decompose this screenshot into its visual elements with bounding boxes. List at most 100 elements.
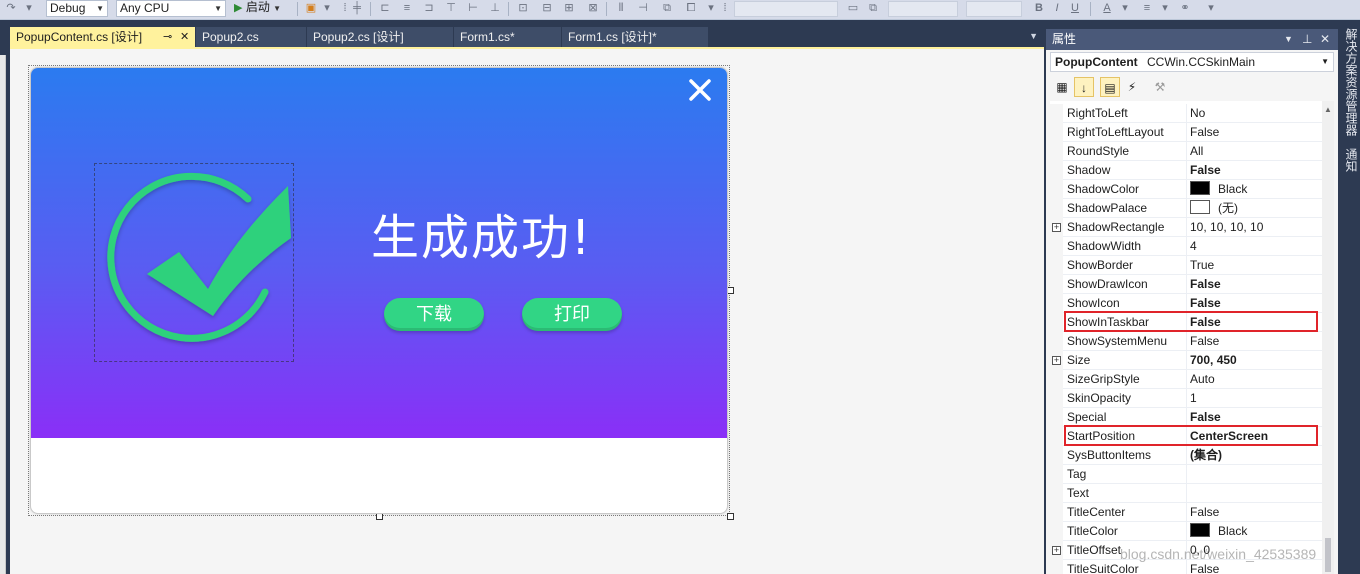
resize-handle-bottom[interactable] — [376, 513, 383, 520]
close-icon[interactable]: ✕ — [180, 27, 189, 47]
property-row[interactable]: ShowSystemMenu False — [1050, 332, 1322, 351]
redo-icon[interactable]: ↷ — [4, 2, 18, 15]
properties-icon[interactable]: ▤ — [1100, 77, 1120, 97]
tab-solution-explorer[interactable]: 解决方案资源管理器 — [1341, 28, 1358, 136]
property-row[interactable]: ShowDrawIcon False — [1050, 275, 1322, 294]
property-row[interactable]: RightToLeft No — [1050, 104, 1322, 123]
align-middles-icon[interactable]: ⊢ — [466, 2, 480, 15]
size-to-grid-icon[interactable]: ⊞ — [562, 2, 576, 15]
make-same-height-icon[interactable]: ⊟ — [540, 2, 554, 15]
increase-spacing-icon[interactable]: ⊣ — [636, 2, 650, 15]
property-value[interactable]: False — [1190, 332, 1320, 350]
property-row[interactable]: SizeGripStyle Auto — [1050, 370, 1322, 389]
property-value[interactable]: (集合) — [1190, 446, 1320, 464]
zoom-combo[interactable] — [966, 1, 1022, 17]
expand-icon[interactable]: + — [1052, 223, 1061, 232]
format-icon[interactable]: ▭ — [846, 2, 860, 15]
font-size-combo[interactable] — [888, 1, 958, 17]
alphabetical-icon[interactable]: ↓ — [1074, 77, 1094, 97]
property-row[interactable]: TitleSuitColor False — [1050, 560, 1322, 574]
justify-icon[interactable]: ≡ — [1140, 2, 1154, 15]
property-value[interactable]: False — [1190, 161, 1320, 179]
scroll-thumb[interactable] — [1325, 538, 1331, 572]
property-value[interactable]: All — [1190, 142, 1320, 160]
property-value[interactable]: 1 — [1190, 389, 1320, 407]
property-value[interactable]: 4 — [1190, 237, 1320, 255]
property-value[interactable]: False — [1190, 408, 1320, 426]
property-row[interactable]: SkinOpacity 1 — [1050, 389, 1322, 408]
expand-icon[interactable]: + — [1052, 356, 1061, 365]
start-button[interactable]: ▶ 启动 ▼ — [234, 0, 294, 17]
highlight-icon[interactable]: ▾ — [1118, 2, 1132, 15]
toolbox-strip[interactable] — [0, 55, 6, 574]
make-same-size-icon[interactable]: ⊠ — [586, 2, 600, 15]
resize-handle-right[interactable] — [727, 287, 734, 294]
dropdown-arrow-icon[interactable]: ▾ — [704, 2, 718, 15]
property-value[interactable]: 10, 10, 10, 10 — [1190, 218, 1320, 236]
property-row[interactable]: TitleColor Black — [1050, 522, 1322, 541]
events-icon[interactable]: ⚡ — [1122, 77, 1142, 97]
tab-popupcontent-design[interactable]: PopupContent.cs [设计] ⊸ ✕ — [10, 27, 195, 47]
tab-notifications[interactable]: 通知 — [1341, 148, 1358, 172]
make-same-width-icon[interactable]: ⊡ — [516, 2, 530, 15]
property-row[interactable]: Shadow False — [1050, 161, 1322, 180]
property-value[interactable]: False — [1190, 275, 1320, 293]
snap-lines-icon[interactable]: ╪ — [350, 2, 364, 15]
solution-config-select[interactable]: Debug ▼ — [46, 0, 108, 17]
chevron-down-icon[interactable]: ▼ — [1284, 29, 1293, 50]
align-rights-icon[interactable]: ⊐ — [422, 2, 436, 15]
tab-popup2-cs[interactable]: Popup2.cs — [196, 27, 306, 47]
print-button[interactable]: 打印 — [522, 298, 622, 331]
dropdown-arrow-icon[interactable]: ▾ — [1158, 2, 1172, 15]
property-row[interactable]: Text — [1050, 484, 1322, 503]
font-name-combo[interactable] — [734, 1, 838, 17]
property-value[interactable]: Black — [1190, 180, 1320, 198]
chevron-down-icon[interactable]: ▼ — [1029, 31, 1038, 41]
underline-icon[interactable]: U — [1068, 2, 1082, 15]
tab-popup2-design[interactable]: Popup2.cs [设计] — [307, 27, 453, 47]
property-row[interactable]: ShadowWidth 4 — [1050, 237, 1322, 256]
bring-to-front-icon[interactable]: ⧉ — [660, 2, 674, 15]
link-icon[interactable]: ⚭ — [1178, 2, 1192, 15]
property-value[interactable]: False — [1190, 560, 1320, 574]
property-row[interactable]: + ShadowRectangle 10, 10, 10, 10 — [1050, 218, 1322, 237]
dropdown-arrow-icon[interactable]: ▾ — [22, 2, 36, 15]
scroll-up-icon[interactable]: ▲ — [1324, 105, 1332, 114]
property-row[interactable]: + Size 700, 450 — [1050, 351, 1322, 370]
download-button[interactable]: 下载 — [384, 298, 484, 331]
horizontal-spacing-icon[interactable]: ⫴ — [614, 2, 628, 15]
property-value[interactable]: True — [1190, 256, 1320, 274]
dropdown-arrow-icon[interactable]: ▾ — [320, 2, 334, 15]
designer-surface[interactable]: 生成成功! 下载 打印 — [10, 49, 1044, 574]
tab-form1-design[interactable]: Form1.cs [设计]* — [562, 27, 708, 47]
close-icon[interactable]: ✕ — [1320, 29, 1330, 50]
object-selector[interactable]: PopupContent CCWin.CCSkinMain ▼ — [1050, 52, 1334, 72]
align-tops-icon[interactable]: ⊤ — [444, 2, 458, 15]
property-value[interactable]: False — [1190, 503, 1320, 521]
property-row[interactable]: Tag — [1050, 465, 1322, 484]
categorized-icon[interactable]: ▦ — [1052, 77, 1072, 97]
property-value[interactable]: No — [1190, 104, 1320, 122]
property-row[interactable]: TitleCenter False — [1050, 503, 1322, 522]
close-icon[interactable] — [687, 77, 713, 103]
property-grid-scrollbar[interactable]: ▲ — [1322, 101, 1334, 574]
property-value[interactable]: False — [1190, 123, 1320, 141]
bold-icon[interactable]: B — [1032, 2, 1046, 15]
property-row[interactable]: ShadowPalace (无) — [1050, 199, 1322, 218]
property-row[interactable]: RoundStyle All — [1050, 142, 1322, 161]
tab-order-icon[interactable]: ⧉ — [866, 2, 880, 15]
property-row[interactable]: ShowBorder True — [1050, 256, 1322, 275]
font-color-icon[interactable]: A — [1100, 2, 1114, 15]
expand-icon[interactable]: + — [1052, 546, 1061, 555]
pin-icon[interactable]: ⊸ — [163, 27, 172, 47]
send-to-back-icon[interactable]: ⧠ — [684, 2, 698, 15]
browser-link-icon[interactable]: ▣ — [304, 2, 318, 15]
property-value[interactable]: Auto — [1190, 370, 1320, 388]
align-centers-icon[interactable]: ≡ — [400, 2, 414, 15]
property-value[interactable]: 700, 450 — [1190, 351, 1320, 369]
property-row[interactable]: ShadowColor Black — [1050, 180, 1322, 199]
italic-icon[interactable]: I — [1050, 2, 1064, 15]
property-value[interactable]: (无) — [1190, 199, 1320, 217]
platform-select[interactable]: Any CPU ▼ — [116, 0, 226, 17]
align-lefts-icon[interactable]: ⊏ — [378, 2, 392, 15]
